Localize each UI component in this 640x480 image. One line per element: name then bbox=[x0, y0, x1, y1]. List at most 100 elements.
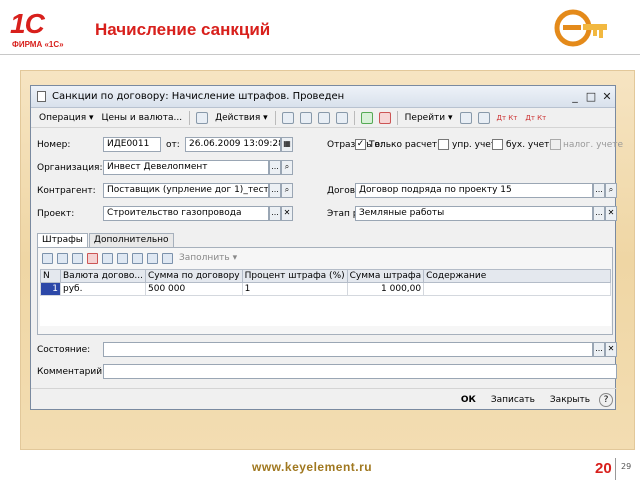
dt-kt-button[interactable]: Дт Кт bbox=[493, 114, 522, 122]
actions-icon bbox=[196, 111, 209, 124]
organization-field[interactable]: Инвест Девелопмент bbox=[103, 160, 269, 175]
comment-label: Комментарий: bbox=[37, 367, 106, 377]
column-header-contract-sum[interactable]: Сумма по договору bbox=[145, 269, 243, 283]
penalties-tab-panel: Заполнить ▾ N Валюта догово... Сумма по … bbox=[37, 247, 613, 335]
grid-toolbar: Заполнить ▾ bbox=[40, 250, 237, 266]
go-menu[interactable]: Перейти ▾ bbox=[401, 113, 457, 123]
key-element-logo bbox=[554, 9, 607, 47]
document-window: Санкции по договору: Начисление штрафов.… bbox=[30, 85, 623, 410]
add-row-icon[interactable] bbox=[42, 252, 53, 264]
number-field[interactable]: ИДЕ0011 bbox=[103, 137, 161, 152]
ok-button[interactable]: ОК bbox=[455, 392, 482, 408]
save-button[interactable]: Записать bbox=[485, 392, 541, 408]
end-edit-icon[interactable] bbox=[102, 252, 113, 264]
operation-menu[interactable]: Операция ▾ bbox=[35, 113, 98, 123]
contract-select-button[interactable]: ... bbox=[593, 183, 605, 198]
status-field[interactable] bbox=[103, 342, 593, 357]
fill-menu[interactable]: Заполнить ▾ bbox=[179, 253, 237, 263]
contractor-open-icon[interactable]: ⌕ bbox=[281, 183, 293, 198]
main-toolbar: Операция ▾ Цены и валюта... Действия ▾ П… bbox=[31, 108, 615, 128]
calendar-icon[interactable]: ▦ bbox=[281, 137, 293, 152]
edit-row-icon[interactable] bbox=[72, 252, 83, 264]
project-label: Проект: bbox=[37, 209, 75, 219]
close-button[interactable]: ✕ bbox=[599, 90, 615, 103]
move-down-icon[interactable] bbox=[132, 252, 143, 264]
tax-accounting-label: налог. учете bbox=[563, 140, 624, 150]
status-clear-icon[interactable]: ✕ bbox=[605, 342, 617, 357]
website-url: www.keyelement.ru bbox=[252, 460, 373, 474]
table-row-empty bbox=[41, 296, 611, 326]
list-icon[interactable] bbox=[477, 111, 490, 124]
delete-icon[interactable] bbox=[317, 111, 330, 124]
refresh-icon[interactable] bbox=[335, 111, 348, 124]
logo-1c-text: 1С bbox=[10, 8, 45, 39]
logo-1c-subtitle: ФИРМА «1С» bbox=[12, 40, 64, 49]
actions-menu[interactable]: Действия ▾ bbox=[211, 113, 272, 123]
cell-currency[interactable]: руб. bbox=[60, 282, 146, 296]
status-label: Состояние: bbox=[37, 345, 91, 355]
column-header-content[interactable]: Содержание bbox=[423, 269, 611, 283]
dt-kt-n-button[interactable]: Дт Кт bbox=[521, 114, 550, 122]
cell-percent[interactable]: 1 bbox=[241, 282, 348, 296]
cell-content[interactable] bbox=[423, 282, 611, 296]
unpost-document-icon[interactable] bbox=[378, 111, 391, 124]
copy-icon[interactable] bbox=[281, 111, 294, 124]
window-titlebar[interactable]: Санкции по договору: Начисление штрафов.… bbox=[31, 86, 615, 108]
organization-label: Организация: bbox=[37, 163, 103, 173]
contractor-select-button[interactable]: ... bbox=[269, 183, 281, 198]
post-document-icon[interactable] bbox=[360, 111, 373, 124]
contract-field[interactable]: Договор подряда по проекту 15 bbox=[355, 183, 593, 198]
move-up-icon[interactable] bbox=[117, 252, 128, 264]
slide-number-divider bbox=[615, 458, 616, 480]
header-divider bbox=[0, 54, 640, 55]
status-select-button[interactable]: ... bbox=[593, 342, 605, 357]
column-header-currency[interactable]: Валюта догово... bbox=[60, 269, 146, 283]
stage-clear-icon[interactable]: ✕ bbox=[605, 206, 617, 221]
tax-accounting-checkbox[interactable] bbox=[550, 139, 561, 150]
toolbar-separator bbox=[274, 110, 276, 125]
copy-row-icon[interactable] bbox=[57, 252, 68, 264]
stage-field[interactable]: Земляные работы bbox=[355, 206, 593, 221]
slide-title: Начисление санкций bbox=[95, 20, 271, 39]
sort-desc-icon[interactable] bbox=[162, 252, 173, 264]
contractor-field[interactable]: Поставщик (упрление дог 1)_тест1 bbox=[103, 183, 269, 198]
only-calc-checkbox[interactable]: ✓ bbox=[355, 139, 366, 150]
delete-row-icon[interactable] bbox=[87, 252, 98, 264]
help-icon[interactable]: ? bbox=[599, 392, 613, 407]
document-header-form: Номер: ИДЕ0011 от: 26.06.2009 13:09:28 ▦… bbox=[31, 128, 623, 248]
column-header-percent[interactable]: Процент штрафа (%) bbox=[241, 269, 348, 283]
toolbar-separator bbox=[353, 110, 355, 125]
stage-select-button[interactable]: ... bbox=[593, 206, 605, 221]
mgmt-accounting-checkbox[interactable] bbox=[438, 139, 449, 150]
number-label: Номер: bbox=[37, 140, 71, 150]
organization-open-icon[interactable]: ⌕ bbox=[281, 160, 293, 175]
project-select-button[interactable]: ... bbox=[269, 206, 281, 221]
cell-contract-sum[interactable]: 500 000 bbox=[145, 282, 243, 296]
date-label: от: bbox=[166, 140, 180, 150]
close-form-button[interactable]: Закрыть bbox=[544, 392, 596, 408]
organization-select-button[interactable]: ... bbox=[269, 160, 281, 175]
prices-currency-button[interactable]: Цены и валюта... bbox=[98, 113, 187, 123]
toolbar-separator bbox=[189, 110, 191, 125]
edit-icon[interactable] bbox=[299, 111, 312, 124]
comment-field[interactable] bbox=[103, 364, 617, 379]
contract-open-icon[interactable]: ⌕ bbox=[605, 183, 617, 198]
table-header-row: N Валюта догово... Сумма по договору Про… bbox=[40, 269, 611, 283]
document-icon bbox=[37, 91, 46, 102]
project-clear-icon[interactable]: ✕ bbox=[281, 206, 293, 221]
column-header-n[interactable]: N bbox=[40, 269, 61, 283]
maximize-button[interactable]: □ bbox=[583, 90, 599, 103]
structure-icon[interactable] bbox=[459, 111, 472, 124]
minimize-button[interactable]: _ bbox=[567, 90, 583, 103]
tab-additional[interactable]: Дополнительно bbox=[88, 233, 174, 247]
book-accounting-label: бух. учете bbox=[506, 140, 555, 150]
cell-n[interactable]: 1 bbox=[40, 282, 61, 296]
book-accounting-checkbox[interactable] bbox=[492, 139, 503, 150]
column-header-penalty-sum[interactable]: Сумма штрафа bbox=[346, 269, 425, 283]
cell-penalty-sum[interactable]: 1 000,00 bbox=[346, 282, 425, 296]
tab-penalties[interactable]: Штрафы bbox=[37, 233, 88, 247]
project-field[interactable]: Строительство газопровода bbox=[103, 206, 269, 221]
date-field[interactable]: 26.06.2009 13:09:28 bbox=[185, 137, 281, 152]
sort-asc-icon[interactable] bbox=[147, 252, 158, 264]
table-row[interactable]: 1 руб. 500 000 1 1 000,00 bbox=[40, 282, 611, 296]
